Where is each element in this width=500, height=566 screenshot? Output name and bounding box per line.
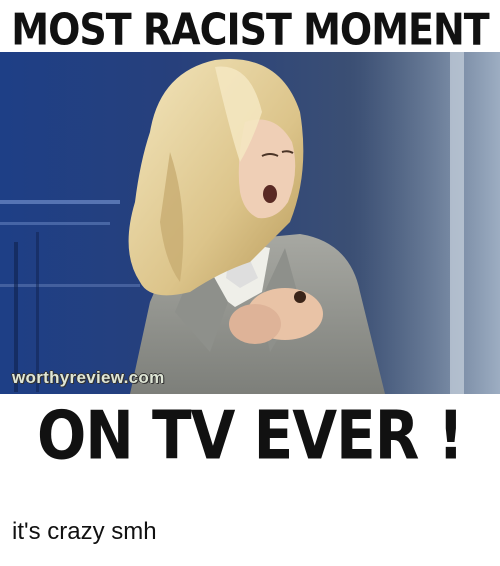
top-caption: MOST RACIST MOMENT <box>11 4 489 55</box>
post-caption: it's crazy smh <box>12 518 157 545</box>
watermark-text: worthyreview.com <box>12 368 165 387</box>
tv-scene-photo <box>0 52 500 394</box>
bottom-caption: ON TV EVER ! <box>36 396 464 475</box>
meme-image: MOST RACIST MOMENT worthyreview.com ON T… <box>0 0 500 476</box>
